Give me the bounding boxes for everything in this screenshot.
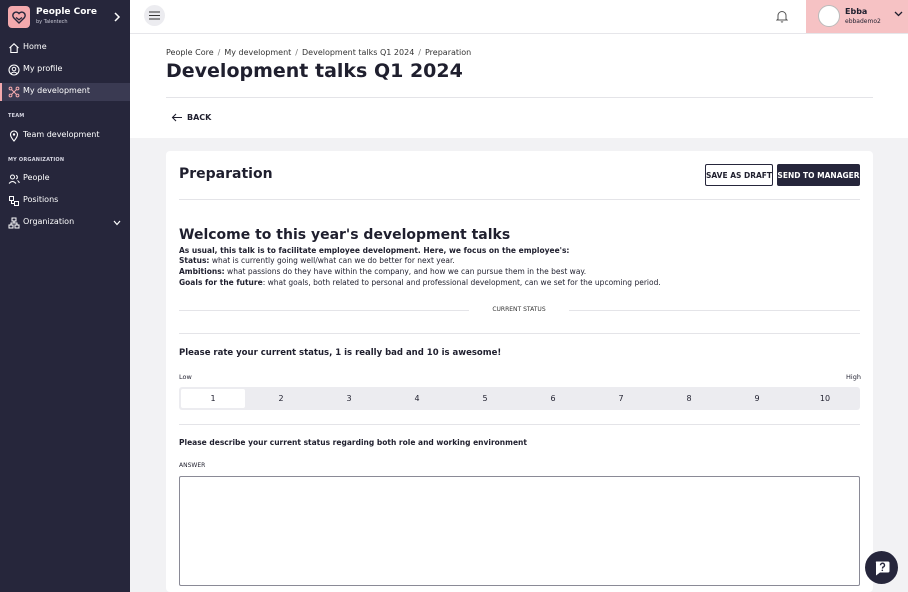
sidebar-item-label: Positions <box>23 195 59 204</box>
breadcrumb-current: Preparation <box>425 48 472 57</box>
sidebar-item-label: People <box>23 173 50 182</box>
section-label-team: TEAM <box>8 113 25 119</box>
rating-option-8[interactable]: 8 <box>657 389 721 408</box>
sidebar-item-positions[interactable]: Positions <box>0 192 130 210</box>
user-circle-icon <box>8 64 20 76</box>
menu-toggle-button[interactable] <box>144 5 165 26</box>
goals-term: Goals for the future <box>179 278 263 287</box>
goals-text: : what goals, both related to personal a… <box>262 278 661 287</box>
rating-option-3[interactable]: 3 <box>317 389 381 408</box>
rating-scale: 1 2 3 4 5 6 7 8 9 10 <box>179 387 860 410</box>
user-handle: ebbademo2 <box>845 18 881 25</box>
sidebar-item-home[interactable]: Home <box>0 39 130 57</box>
hamburger-icon <box>149 11 160 20</box>
card-title: Preparation <box>179 166 273 182</box>
save-as-draft-button[interactable]: SAVE AS DRAFT <box>705 164 773 186</box>
positions-icon <box>9 196 19 206</box>
rating-option-1[interactable]: 1 <box>181 389 245 408</box>
sidebar-item-label: Team development <box>23 130 100 139</box>
brand-logo-icon <box>8 6 30 28</box>
rating-option-4[interactable]: 4 <box>385 389 449 408</box>
rating-option-6[interactable]: 6 <box>521 389 585 408</box>
rating-option-7[interactable]: 7 <box>589 389 653 408</box>
rating-high-label: High <box>846 373 861 381</box>
divider <box>179 310 469 311</box>
sidebar-item-label: My development <box>23 86 90 95</box>
sidebar-item-team-development[interactable]: Team development <box>0 127 130 145</box>
development-icon <box>8 86 20 98</box>
sidebar-item-label: Home <box>23 42 47 51</box>
section-label-my-organization: MY ORGANIZATION <box>8 157 65 163</box>
rating-option-9[interactable]: 9 <box>725 389 789 408</box>
status-text: what is currently going well/what can we… <box>209 256 455 265</box>
rating-low-label: Low <box>179 373 192 381</box>
back-label: BACK <box>187 112 212 122</box>
sidebar-item-people[interactable]: People <box>0 170 130 188</box>
user-menu[interactable]: Ebba ebbademo2 <box>806 0 908 33</box>
section-title-current-status: CURRENT STATUS <box>492 306 546 313</box>
help-chat-button[interactable] <box>865 551 898 584</box>
intro-goals: Goals for the future: what goals, both r… <box>179 278 661 287</box>
sidebar: People Core by Talentech Home My profile… <box>0 0 130 592</box>
bell-icon[interactable] <box>776 9 788 23</box>
intro-ambitions: Ambitions: what passions do they have wi… <box>179 267 586 276</box>
sidebar-item-label: My profile <box>23 64 63 73</box>
status-term: Status: <box>179 256 210 265</box>
sidebar-item-my-development[interactable]: My development <box>0 83 130 101</box>
divider <box>166 97 873 98</box>
sidebar-item-my-profile[interactable]: My profile <box>0 61 130 79</box>
rating-option-5[interactable]: 5 <box>453 389 517 408</box>
breadcrumb: People Core / My development / Development t… <box>166 48 472 57</box>
organization-icon <box>8 217 20 229</box>
ambitions-term: Ambitions: <box>179 267 225 276</box>
user-name: Ebba <box>845 7 868 16</box>
breadcrumb-item[interactable]: Development talks Q1 2024 <box>302 48 414 57</box>
welcome-title: Welcome to this year's development talks <box>179 227 511 243</box>
avatar <box>818 5 840 27</box>
people-icon <box>8 174 20 184</box>
top-bar <box>130 0 908 34</box>
brand-title: People Core <box>36 7 97 17</box>
arrow-left-icon <box>171 113 182 121</box>
answer-label: ANSWER <box>179 462 206 469</box>
divider <box>179 424 860 425</box>
chevron-down-icon <box>894 11 903 17</box>
divider <box>179 333 860 334</box>
chevron-down-icon[interactable] <box>113 220 121 226</box>
rating-option-2[interactable]: 2 <box>249 389 313 408</box>
describe-question: Please describe your current status rega… <box>179 438 527 447</box>
divider <box>569 310 860 311</box>
page-title: Development talks Q1 2024 <box>166 60 463 82</box>
sidebar-item-label: Organization <box>23 217 75 226</box>
sidebar-item-organization[interactable]: Organization <box>0 214 130 232</box>
chat-question-icon <box>875 561 889 575</box>
send-to-manager-button[interactable]: SEND TO MANAGER <box>777 164 860 186</box>
chevron-right-icon[interactable] <box>112 11 122 23</box>
home-icon <box>9 43 19 54</box>
answer-textarea[interactable] <box>179 476 860 586</box>
ambitions-text: what passions do they have within the co… <box>224 267 587 276</box>
breadcrumb-item[interactable]: My development <box>224 48 291 57</box>
rating-option-10[interactable]: 10 <box>793 389 857 408</box>
brand-subtitle: by Talentech <box>36 19 68 25</box>
breadcrumb-item[interactable]: People Core <box>166 48 214 57</box>
rating-question: Please rate your current status, 1 is re… <box>179 348 502 358</box>
back-button[interactable]: BACK <box>171 111 211 123</box>
intro-text: As usual, this talk is to facilitate emp… <box>179 246 570 255</box>
brand[interactable]: People Core by Talentech <box>8 6 124 28</box>
divider <box>179 199 860 200</box>
intro-status: Status: what is currently going well/wha… <box>179 256 455 265</box>
location-pin-icon <box>9 130 19 142</box>
